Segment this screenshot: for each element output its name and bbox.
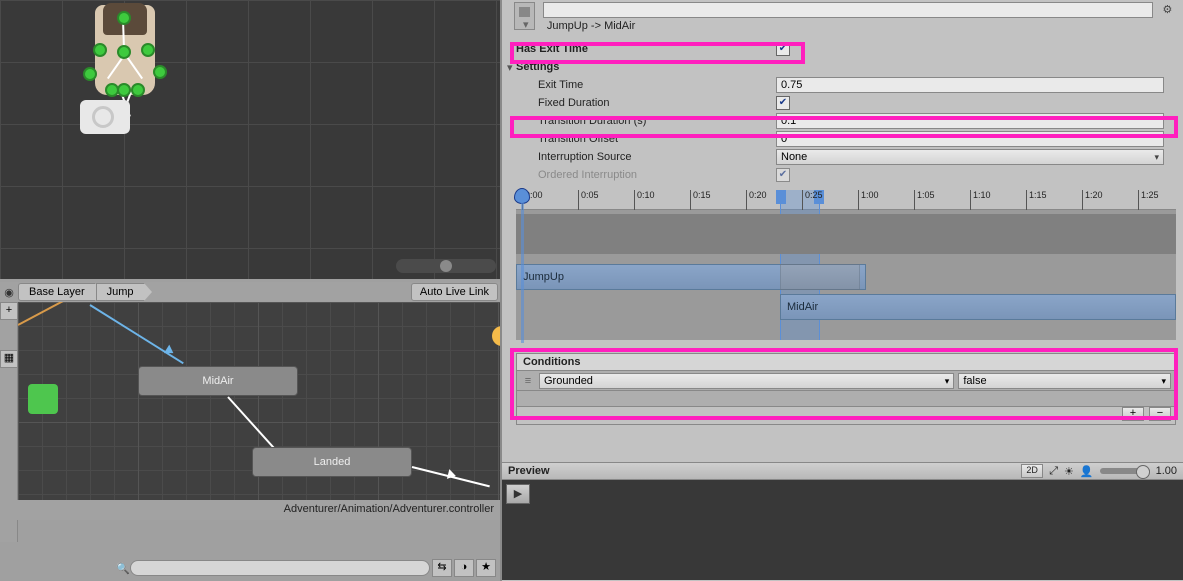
breadcrumb-jump[interactable]: Jump [96,283,145,301]
inspector-panel: JumpUp -> MidAir ⚙ Has Exit Time ✔ ▾ Set… [502,0,1183,581]
scene-view[interactable] [0,0,502,279]
scene-zoom-slider[interactable] [396,259,496,273]
transition-start-handle[interactable] [776,190,786,204]
gear-icon[interactable]: ⚙ [1161,2,1174,20]
condition-param-select[interactable]: Grounded [539,373,954,389]
transition-timeline[interactable]: 0:00 0:05 0:10 0:15 0:20 0:25 1:00 1:05 … [516,190,1176,340]
add-condition-button[interactable]: + [1122,407,1144,421]
clip-midair[interactable]: MidAir [780,294,1176,320]
camera-gizmo-icon[interactable] [80,100,130,134]
bone-joint[interactable] [131,83,145,97]
bone-joint[interactable] [105,83,119,97]
preview-viewport[interactable]: ▶ [502,480,1183,580]
has-exit-time-checkbox[interactable]: ✔ [776,42,790,56]
bone-joint[interactable] [141,43,155,57]
timeline-playhead[interactable] [514,188,530,204]
timeline-ruler[interactable]: 0:00 0:05 0:10 0:15 0:20 0:25 1:00 1:05 … [516,190,1176,210]
condition-row: ≡ Grounded false [516,371,1176,391]
transition-duration-label: Transition Duration (s) [516,115,776,127]
bone-joint[interactable] [153,65,167,79]
condition-value-select[interactable]: false [958,373,1171,389]
interruption-source-label: Interruption Source [516,151,776,163]
preview-panel: Preview 2D ⤢ ☀ 👤 1.00 ▶ [502,462,1183,581]
timeline-tick: 1:00 [858,190,879,210]
breadcrumb-base-layer[interactable]: Base Layer [18,283,96,301]
remove-condition-button[interactable]: − [1149,407,1171,421]
timeline-tick: 0:15 [690,190,711,210]
animator-search-input[interactable] [130,560,430,576]
timeline-tick: 0:20 [746,190,767,210]
preview-tool-icon[interactable]: ⤢ [1049,465,1058,478]
add-layer-button[interactable]: + [0,302,18,320]
timeline-tick: 1:05 [914,190,935,210]
conditions-header: Conditions [516,353,1176,371]
toolbar-button-c[interactable]: ★ [476,559,496,577]
bone-joint[interactable] [117,11,131,25]
bone-joint[interactable] [83,67,97,81]
state-node-midair[interactable]: MidAir [138,366,298,396]
transition-offset-field[interactable]: 0 [776,131,1164,147]
exit-time-field[interactable]: 0.75 [776,77,1164,93]
toolbar-button-a[interactable]: ⇆ [432,559,452,577]
ordered-interruption-label: Ordered Interruption [516,169,776,181]
bone-joint[interactable] [93,43,107,57]
settings-foldout[interactable]: ▾ [507,61,517,74]
layer-settings-button[interactable]: ▦ [0,350,18,368]
timeline-tick: 1:10 [970,190,991,210]
exit-time-label: Exit Time [516,79,776,91]
timeline-tick: 1:15 [1026,190,1047,210]
preview-speed-slider[interactable] [1100,468,1150,474]
animator-graph[interactable]: MidAir Landed [18,302,502,500]
preview-speed-value: 1.00 [1156,465,1177,477]
preview-avatar-icon[interactable]: 👤 [1080,465,1094,478]
fixed-duration-checkbox[interactable]: ✔ [776,96,790,110]
auto-live-link-toggle[interactable]: Auto Live Link [411,283,498,301]
timeline-tick: 1:25 [1138,190,1159,210]
timeline-tick: 0:05 [578,190,599,210]
bone-joint[interactable] [117,45,131,59]
search-icon: 🔍 [116,562,130,575]
bone-joint[interactable] [117,83,131,97]
settings-label: Settings [516,61,776,73]
state-node-landed[interactable]: Landed [252,447,412,477]
interruption-source-select[interactable]: None [776,149,1164,165]
toolbar-button-b[interactable]: ◑ [454,559,474,577]
visibility-icon[interactable]: ◉ [0,286,18,299]
transition-name-field[interactable] [543,2,1153,18]
conditions-section: Conditions ≡ Grounded false + − [516,353,1176,425]
preview-play-button[interactable]: ▶ [506,484,530,504]
timeline-tick: 0:10 [634,190,655,210]
transition-duration-field[interactable]: 0.1 [776,113,1164,129]
transition-icon [514,2,535,30]
timeline-tick: 0:25 [802,190,823,210]
preview-2d-toggle[interactable]: 2D [1021,464,1043,478]
transition-offset-label: Transition Offset [516,133,776,145]
fixed-duration-label: Fixed Duration [516,97,776,109]
transition-name-label: JumpUp -> MidAir [543,18,1153,34]
drag-handle-icon[interactable]: ≡ [521,375,535,387]
timeline-tick: 1:20 [1082,190,1103,210]
animator-panel: ◉ Base Layer Jump Auto Live Link + ▦ Mid… [0,279,502,581]
clip-jumpup-ghost [780,264,860,290]
preview-title: Preview [508,465,550,477]
state-node-entry[interactable] [28,384,58,414]
ordered-interruption-checkbox: ✔ [776,168,790,182]
preview-light-icon[interactable]: ☀ [1064,465,1074,478]
asset-path-label: Adventurer/Animation/Adventurer.controll… [0,500,502,520]
has-exit-time-label: Has Exit Time [516,43,776,55]
